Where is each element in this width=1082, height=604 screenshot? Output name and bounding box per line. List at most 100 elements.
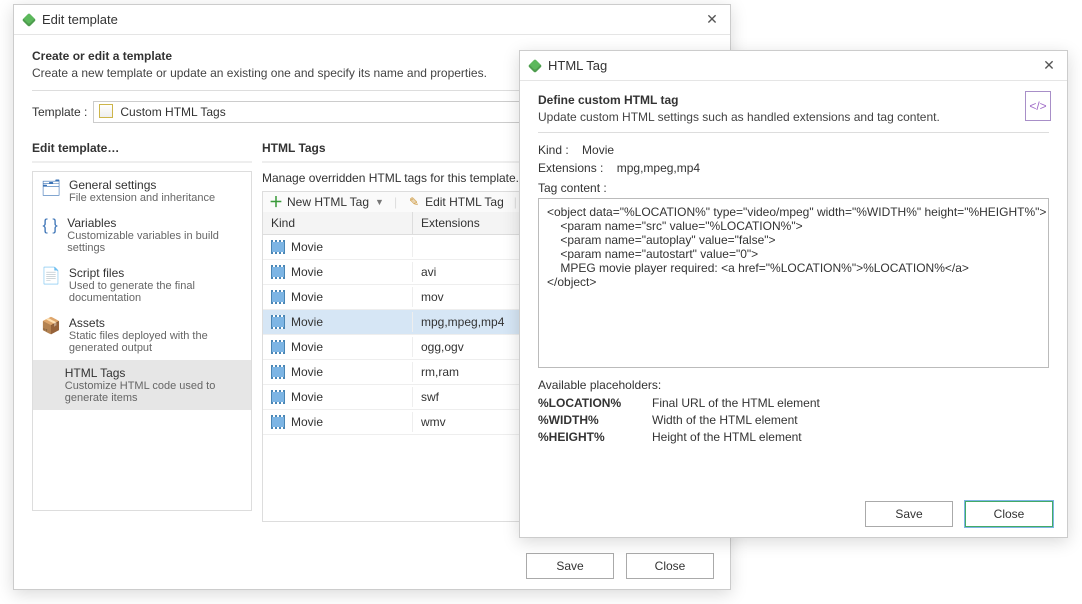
settings-icon: 🗂 bbox=[41, 178, 61, 198]
app-diamond-icon bbox=[22, 13, 36, 27]
sidebar-item-general-settings[interactable]: 🗂 General settingsFile extension and inhe… bbox=[33, 172, 251, 210]
divider: | bbox=[394, 195, 397, 209]
sidebar-item-title: HTML Tags bbox=[65, 366, 243, 380]
placeholders-list: %LOCATION% Final URL of the HTML element%… bbox=[538, 396, 1049, 444]
extensions-row: Extensions : mpg,mpeg,mp4 bbox=[538, 161, 1049, 175]
dialog-title: Define custom HTML tag bbox=[538, 93, 1049, 107]
kind-text: Movie bbox=[291, 290, 323, 304]
template-label: Template : bbox=[32, 105, 87, 119]
kind-text: Movie bbox=[291, 340, 323, 354]
script-icon: 📄 bbox=[41, 266, 61, 286]
movie-icon bbox=[271, 416, 285, 428]
titlebar: Edit template ✕ bbox=[14, 5, 730, 35]
chevron-down-icon: ▼ bbox=[375, 197, 384, 207]
sidebar-item-title: Script files bbox=[69, 266, 243, 280]
sidebar-item-desc: Customizable variables in build settings bbox=[67, 230, 243, 254]
sidebar-item-desc: Static files deployed with the generated… bbox=[69, 330, 243, 354]
save-button[interactable]: Save bbox=[865, 501, 953, 527]
sidebar-item-html-tags[interactable]: HTML TagsCustomize HTML code used to gen… bbox=[33, 360, 251, 410]
sidebar-item-title: Variables bbox=[67, 216, 243, 230]
sidebar-item-desc: Used to generate the final documentation bbox=[69, 280, 243, 304]
sidebar-item-title: Assets bbox=[69, 316, 243, 330]
movie-icon bbox=[271, 266, 285, 278]
edit-html-tag-button[interactable]: ✎ Edit HTML Tag bbox=[407, 195, 504, 209]
braces-icon: { } bbox=[41, 216, 59, 236]
kind-row: Kind : Movie bbox=[538, 143, 1049, 157]
sidebar-item-text: AssetsStatic files deployed with the gen… bbox=[69, 316, 243, 354]
divider: | bbox=[514, 195, 517, 209]
sidebar-item-text: General settingsFile extension and inher… bbox=[69, 178, 215, 204]
tag-content-label: Tag content : bbox=[538, 181, 1049, 195]
col-header-kind[interactable]: Kind bbox=[263, 212, 413, 234]
cell-kind: Movie bbox=[263, 412, 413, 432]
sidebar-item-assets[interactable]: 📦AssetsStatic files deployed with the ge… bbox=[33, 310, 251, 360]
sidebar-item-text: Script filesUsed to generate the final d… bbox=[69, 266, 243, 304]
footer-buttons: Save Close bbox=[526, 553, 714, 579]
placeholder-key: %WIDTH% bbox=[538, 413, 638, 427]
kind-text: Movie bbox=[291, 365, 323, 379]
placeholder-desc: Final URL of the HTML element bbox=[652, 396, 820, 410]
cell-kind: Movie bbox=[263, 237, 413, 257]
extensions-link[interactable]: mpg,mpeg,mp4 bbox=[617, 161, 700, 175]
movie-icon bbox=[271, 241, 285, 253]
placeholder-desc: Width of the HTML element bbox=[652, 413, 798, 427]
close-icon[interactable]: ✕ bbox=[702, 11, 722, 28]
new-html-tag-label: New HTML Tag bbox=[287, 195, 369, 209]
plus-icon: ＋ bbox=[269, 195, 283, 209]
placeholder-key: %HEIGHT% bbox=[538, 430, 638, 444]
cell-kind: Movie bbox=[263, 262, 413, 282]
movie-icon bbox=[271, 391, 285, 403]
placeholder-row: %HEIGHT% Height of the HTML element bbox=[538, 430, 1049, 444]
code-badge-icon: </> bbox=[1025, 91, 1051, 121]
cell-kind: Movie bbox=[263, 312, 413, 332]
sidebar-item-title: General settings bbox=[69, 178, 215, 192]
divider bbox=[32, 161, 252, 163]
html-tag-window: HTML Tag ✕ Define custom HTML tag Update… bbox=[519, 50, 1068, 538]
kind-text: Movie bbox=[291, 415, 323, 429]
kind-label: Kind : bbox=[538, 143, 569, 157]
sidebar-item-text: VariablesCustomizable variables in build… bbox=[67, 216, 243, 254]
placeholder-desc: Height of the HTML element bbox=[652, 430, 802, 444]
dialog-header: Define custom HTML tag Update custom HTM… bbox=[520, 81, 1067, 132]
sidebar-item-script-files[interactable]: 📄 Script filesUsed to generate the final … bbox=[33, 260, 251, 310]
window-title: Edit template bbox=[42, 12, 702, 27]
left-column: Edit template… 🗂 General settingsFile ext… bbox=[32, 133, 252, 523]
app-diamond-icon bbox=[528, 59, 542, 73]
available-placeholders-title: Available placeholders: bbox=[538, 378, 1049, 392]
template-page-icon bbox=[99, 104, 113, 118]
close-button[interactable]: Close bbox=[626, 553, 714, 579]
left-section-title: Edit template… bbox=[32, 141, 252, 155]
kind-value: Movie bbox=[582, 143, 614, 157]
cell-kind: Movie bbox=[263, 387, 413, 407]
cell-kind: Movie bbox=[263, 287, 413, 307]
dialog-desc: Update custom HTML settings such as hand… bbox=[538, 110, 1049, 124]
save-button[interactable]: Save bbox=[526, 553, 614, 579]
movie-icon bbox=[271, 366, 285, 378]
tag-content-textarea[interactable]: <object data="%LOCATION%" type="video/mp… bbox=[538, 198, 1049, 368]
extensions-label: Extensions : bbox=[538, 161, 603, 175]
kind-text: Movie bbox=[291, 390, 323, 404]
footer-buttons: Save Close bbox=[865, 501, 1053, 527]
close-icon[interactable]: ✕ bbox=[1039, 57, 1059, 74]
sidebar-item-text: HTML TagsCustomize HTML code used to gen… bbox=[65, 366, 243, 404]
kind-text: Movie bbox=[291, 240, 323, 254]
new-html-tag-button[interactable]: ＋ New HTML Tag ▼ bbox=[269, 195, 384, 209]
kind-text: Movie bbox=[291, 315, 323, 329]
dialog-body: Kind : Movie Extensions : mpg,mpeg,mp4 T… bbox=[520, 133, 1067, 453]
placeholder-key: %LOCATION% bbox=[538, 396, 638, 410]
cell-kind: Movie bbox=[263, 337, 413, 357]
window-title: HTML Tag bbox=[548, 58, 1039, 73]
close-button[interactable]: Close bbox=[965, 501, 1053, 527]
sidebar-item-desc: File extension and inheritance bbox=[69, 192, 215, 204]
sidebar-item-desc: Customize HTML code used to generate ite… bbox=[65, 380, 243, 404]
placeholder-row: %WIDTH% Width of the HTML element bbox=[538, 413, 1049, 427]
sidebar-item-variables[interactable]: { } VariablesCustomizable variables in bu… bbox=[33, 210, 251, 260]
pencil-icon: ✎ bbox=[407, 195, 421, 209]
movie-icon bbox=[271, 341, 285, 353]
code-icon bbox=[41, 366, 57, 386]
nav-list: 🗂 General settingsFile extension and inhe… bbox=[32, 171, 252, 511]
kind-text: Movie bbox=[291, 265, 323, 279]
edit-html-tag-label: Edit HTML Tag bbox=[425, 195, 504, 209]
placeholder-row: %LOCATION% Final URL of the HTML element bbox=[538, 396, 1049, 410]
cell-kind: Movie bbox=[263, 362, 413, 382]
